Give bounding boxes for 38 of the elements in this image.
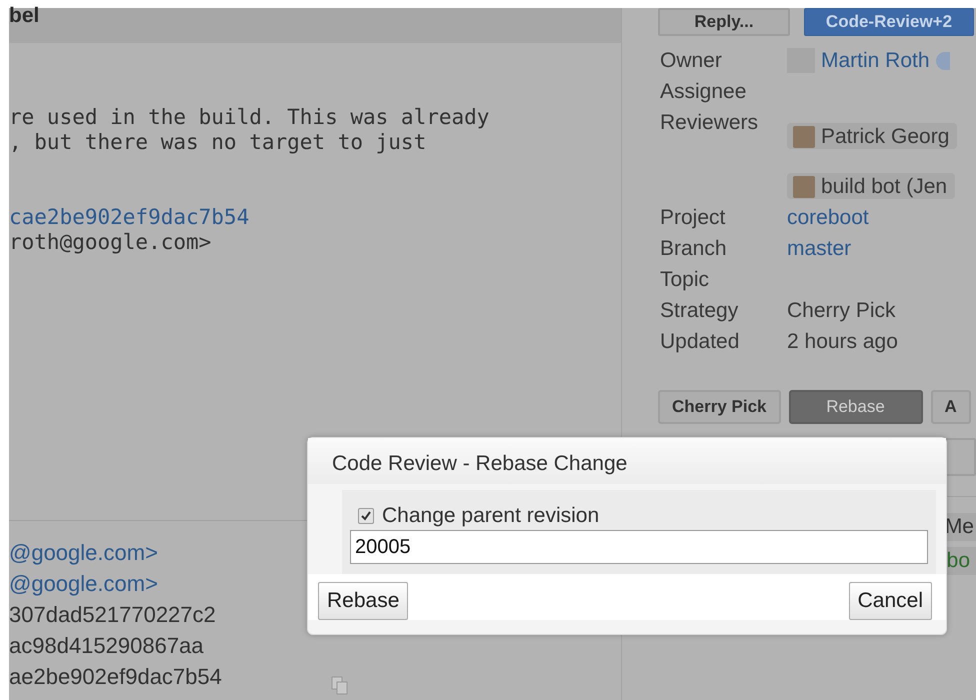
owner-link[interactable]: Martin Roth xyxy=(821,48,930,73)
field-value: 2 hours ago xyxy=(787,329,898,354)
header-button[interactable]: Code-Review+2 xyxy=(804,8,974,36)
copy-icon[interactable] xyxy=(331,676,349,696)
commit-message-line: , but there was no target to just xyxy=(9,130,428,155)
field-label: Owner xyxy=(660,48,723,73)
checkbox[interactable] xyxy=(358,508,374,524)
email-link[interactable]: @google.com> xyxy=(9,537,158,568)
field-link[interactable]: coreboot xyxy=(787,205,869,230)
field-label: Project xyxy=(660,205,726,230)
field-label: Reviewers xyxy=(660,110,760,136)
change-title: bel xyxy=(9,5,40,27)
action-button[interactable]: A xyxy=(930,390,971,424)
dialog-button[interactable]: Rebase xyxy=(318,582,408,620)
commit-hash: ac98d415290867aa xyxy=(9,632,204,660)
header-button[interactable]: Reply... xyxy=(658,8,790,36)
field-label: Strategy xyxy=(660,298,740,323)
author-email: roth@google.com> xyxy=(9,230,212,255)
parent-revision-field[interactable]: 20005 xyxy=(350,530,928,564)
dialog-title: Code Review - Rebase Change xyxy=(308,438,946,484)
dialog-button[interactable]: Cancel xyxy=(848,582,932,620)
commit-message-line: re used in the build. This was already xyxy=(9,105,490,130)
commit-link[interactable]: cae2be902ef9dac7b54 xyxy=(9,205,621,230)
reviewer-chip[interactable]: build bot (Jen xyxy=(787,173,956,199)
field-label: Topic xyxy=(660,267,710,292)
field-label: Branch xyxy=(660,236,728,261)
field-label: Assignee xyxy=(660,79,748,104)
checkbox-label: Change parent revision xyxy=(382,504,600,528)
action-button[interactable]: Rebase xyxy=(788,390,922,424)
reviewer-chip[interactable]: Patrick Georg xyxy=(787,123,958,149)
commit-hash: 307dad521770227c2 xyxy=(9,601,216,629)
field-label: Updated xyxy=(660,329,740,354)
email-link[interactable]: @google.com> xyxy=(9,568,158,599)
field-value: Cherry Pick xyxy=(787,298,896,323)
field-link[interactable]: master xyxy=(787,236,852,261)
commit-hash: ae2be902ef9dac7b54 xyxy=(9,663,222,691)
action-button[interactable]: Cherry Pick xyxy=(658,390,780,424)
action-button[interactable] xyxy=(944,438,976,476)
